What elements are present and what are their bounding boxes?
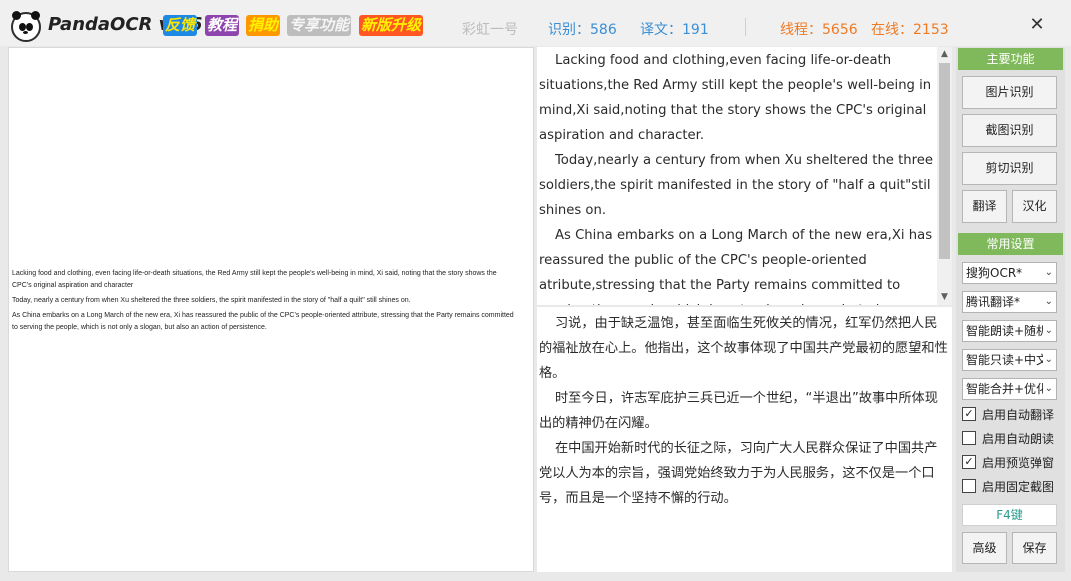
upgrade-link[interactable]: 新版升级 bbox=[359, 15, 424, 36]
chevron-down-icon: ⌄ bbox=[1042, 379, 1053, 399]
online-stat: 在线：2153 bbox=[871, 22, 949, 38]
ocr-paragraph: Today,nearly a century from when Xu shel… bbox=[539, 153, 933, 218]
chevron-down-icon: ⌄ bbox=[1042, 292, 1053, 312]
title-bar: PandaOCR v2.6 反馈 教程 捐助 专享功能 新版升级 彩虹一号 识别… bbox=[0, 0, 1071, 46]
preview-popup-checkbox[interactable]: ✓ 启用预览弹窗 bbox=[962, 454, 1054, 472]
localize-button[interactable]: 汉化 bbox=[1012, 190, 1057, 223]
ocr-result-scrollbar[interactable]: ▲ ▼ bbox=[937, 47, 952, 305]
main-functions-header: 主要功能 bbox=[958, 48, 1063, 70]
thread-stat: 线程：5656 bbox=[780, 22, 858, 38]
sidebar: 主要功能 图片识别 截图识别 剪切识别 翻译 汉化 常用设置 搜狗OCR* ⌄ 腾… bbox=[956, 47, 1065, 572]
image-ocr-button[interactable]: 图片识别 bbox=[962, 76, 1057, 109]
ocr-paragraph: Lacking food and clothing,even facing li… bbox=[539, 53, 932, 143]
chevron-down-icon: ⌄ bbox=[1042, 263, 1053, 283]
chevron-down-icon: ⌄ bbox=[1042, 350, 1053, 370]
recognize-stat: 识别：586 bbox=[548, 22, 617, 38]
translation-textbox[interactable]: 习说，由于缺乏温饱，甚至面临生死攸关的情况，红军仍然把人民的福祉放在心上。他指出… bbox=[537, 307, 952, 572]
panda-logo-icon bbox=[11, 11, 41, 42]
checkbox-checked-icon: ✓ bbox=[962, 454, 976, 469]
translate-stat: 译文：191 bbox=[640, 22, 709, 38]
clipboard-ocr-button[interactable]: 剪切识别 bbox=[962, 152, 1057, 185]
ocr-paragraph: As China embarks on a Long March of the … bbox=[539, 228, 933, 305]
translate-engine-select[interactable]: 腾讯翻译* ⌄ bbox=[962, 291, 1057, 313]
close-icon[interactable]: ✕ bbox=[1024, 12, 1050, 38]
checkbox-empty-icon bbox=[962, 430, 976, 445]
ocr-engine-select[interactable]: 搜狗OCR* ⌄ bbox=[962, 262, 1057, 284]
scroll-down-icon[interactable]: ▼ bbox=[937, 290, 952, 305]
scroll-thumb[interactable] bbox=[939, 63, 950, 259]
common-settings-header: 常用设置 bbox=[958, 233, 1063, 255]
checkbox-empty-icon bbox=[962, 478, 976, 493]
feedback-link[interactable]: 反馈 bbox=[163, 15, 198, 36]
stat-divider bbox=[745, 18, 746, 36]
checkbox-checked-icon: ✓ bbox=[962, 406, 976, 421]
fixed-screenshot-checkbox[interactable]: 启用固定截图 bbox=[962, 478, 1054, 496]
translation-paragraph: 时至今日，许志军庇护三兵已近一个世纪，“半退出”故事中所体现出的精神仍在闪耀。 bbox=[539, 391, 938, 431]
rainbow-label: 彩虹一号 bbox=[462, 22, 518, 38]
chevron-down-icon: ⌄ bbox=[1042, 321, 1053, 341]
auto-read-checkbox[interactable]: 启用自动朗读 bbox=[962, 430, 1054, 448]
translation-paragraph: 习说，由于缺乏温饱，甚至面临生死攸关的情况，红军仍然把人民的福祉放在心上。他指出… bbox=[539, 316, 948, 381]
hotkey-field[interactable]: F4键 bbox=[962, 504, 1057, 526]
image-paragraph: Today, nearly a century from when Xu she… bbox=[12, 297, 411, 304]
save-button[interactable]: 保存 bbox=[1012, 532, 1057, 564]
auto-translate-checkbox[interactable]: ✓ 启用自动翻译 bbox=[962, 406, 1054, 424]
read-only-select[interactable]: 智能只读+中文 ⌄ bbox=[962, 349, 1057, 371]
captured-image-text: Lacking food and clothing, even facing l… bbox=[12, 268, 517, 337]
translate-button[interactable]: 翻译 bbox=[962, 190, 1007, 223]
tutorial-link[interactable]: 教程 bbox=[205, 15, 240, 36]
image-preview-pane[interactable]: Lacking food and clothing, even facing l… bbox=[8, 47, 534, 572]
ocr-result-textbox[interactable]: Lacking food and clothing,even facing li… bbox=[537, 47, 952, 305]
exclusive-features-link[interactable]: 专享功能 bbox=[287, 15, 352, 36]
translation-paragraph: 在中国开始新时代的长征之际，习向广大人民群众保证了中国共产党以人为本的宗旨，强调… bbox=[539, 441, 938, 506]
scroll-up-icon[interactable]: ▲ bbox=[937, 47, 952, 62]
read-aloud-select[interactable]: 智能朗读+随机 ⌄ bbox=[962, 320, 1057, 342]
image-paragraph: As China embarks on a Long March of the … bbox=[12, 312, 514, 331]
merge-mode-select[interactable]: 智能合并+优化 ⌄ bbox=[962, 378, 1057, 400]
advanced-button[interactable]: 高级 bbox=[962, 532, 1007, 564]
image-paragraph: Lacking food and clothing, even facing l… bbox=[12, 270, 497, 289]
screenshot-ocr-button[interactable]: 截图识别 bbox=[962, 114, 1057, 147]
donate-link[interactable]: 捐助 bbox=[246, 15, 281, 36]
